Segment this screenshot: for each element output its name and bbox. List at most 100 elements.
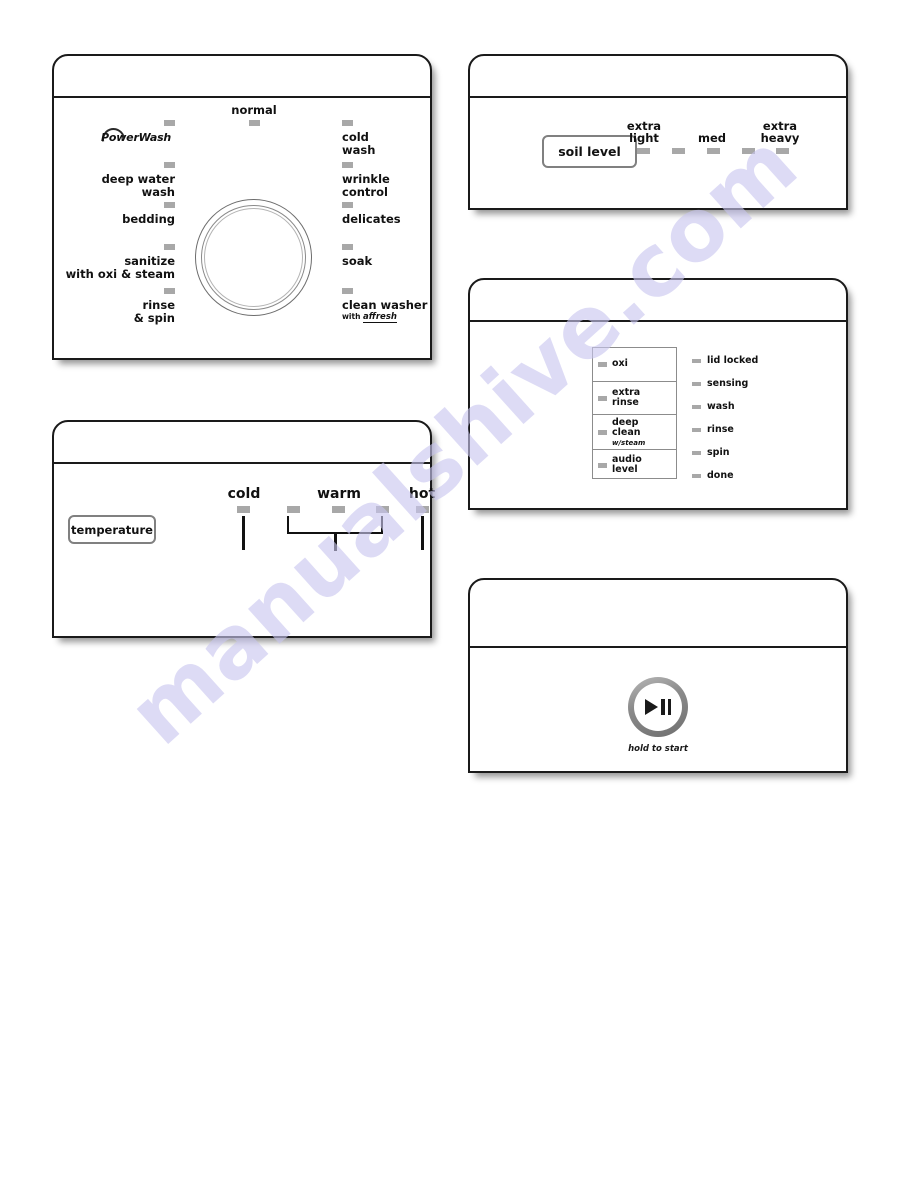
affresh-brand: affresh xyxy=(363,311,397,323)
status-item-spin: spin xyxy=(692,441,758,464)
cycle-led-rinse-and-spin xyxy=(164,288,175,294)
status-led-lid-locked xyxy=(692,358,701,363)
temperature-tick-warm xyxy=(334,533,337,551)
options-status-panel: oxi extra rinse deep clean w/steam audio… xyxy=(468,278,848,510)
cycle-led-clean-washer xyxy=(342,288,353,294)
cycle-label-line1: deep water xyxy=(101,172,175,186)
option-led-deep-clean xyxy=(598,429,607,435)
soil-label-line2: light xyxy=(629,131,659,145)
cycle-label-normal: normal xyxy=(231,103,277,117)
cycle-label-cold-wash: cold wash xyxy=(342,131,375,156)
option-label-audio-level: audio level xyxy=(612,453,642,475)
start-pause-button[interactable] xyxy=(628,677,688,737)
cycle-label-line2: control xyxy=(342,184,388,199)
status-label-rinse: rinse xyxy=(707,424,734,435)
status-led-rinse xyxy=(692,427,701,432)
status-label-sensing: sensing xyxy=(707,378,749,389)
temperature-tick-hot xyxy=(421,516,424,550)
cycle-label-line2: wash xyxy=(342,142,376,157)
cycle-led-wrinkle-control xyxy=(342,162,353,168)
soil-label-line2: med xyxy=(697,131,726,145)
cycle-label-line2: wash xyxy=(141,184,175,199)
option-led-oxi xyxy=(598,362,607,367)
cycle-panel-header xyxy=(54,56,430,98)
temperature-panel-body: temperature cold warm hot xyxy=(54,464,435,636)
affresh-prefix: with xyxy=(342,311,364,321)
option-label-oxi: oxi xyxy=(612,358,628,370)
option-led-audio-level xyxy=(598,462,607,468)
cycle-label-powerwash: PowerWash xyxy=(97,123,171,156)
soil-level-panel: soil level extra light med extra heavy xyxy=(468,54,848,210)
cycle-label-line1: wrinkle xyxy=(342,172,390,186)
status-led-sensing xyxy=(692,381,701,386)
status-label-lid-locked: lid locked xyxy=(707,355,759,366)
cycle-label-line1: delicates xyxy=(342,212,401,226)
cycle-label-line1: soak xyxy=(342,254,373,268)
options-panel-header xyxy=(470,280,846,322)
cycle-led-deep-water-wash xyxy=(164,162,175,168)
status-label-spin: spin xyxy=(707,447,730,458)
soil-label-extra-light: extra light xyxy=(620,120,668,144)
cycle-status-list: lid locked sensing wash rinse spin done xyxy=(692,349,758,487)
cycle-label-line1: clean washer xyxy=(342,298,428,312)
play-pause-icon xyxy=(645,699,671,715)
cycle-label-bedding: bedding xyxy=(54,213,175,226)
soil-label-med: med xyxy=(692,132,732,144)
cycle-label-sanitize: sanitize with oxi & steam xyxy=(54,255,175,280)
temperature-button[interactable]: temperature xyxy=(68,515,156,544)
cycle-led-delicates xyxy=(342,202,353,208)
start-panel-header xyxy=(470,580,846,648)
soil-led-4 xyxy=(742,148,755,154)
cycle-label-deep-water-wash: deep water wash xyxy=(54,173,175,198)
option-audio-level[interactable]: audio level xyxy=(593,449,676,480)
temperature-bracket-warm xyxy=(287,516,383,534)
play-triangle-icon xyxy=(645,699,658,715)
cycle-label-line1: bedding xyxy=(122,212,175,226)
option-deep-clean[interactable]: deep clean w/steam xyxy=(593,414,676,449)
cycle-led-normal xyxy=(249,120,260,126)
soil-panel-header xyxy=(470,56,846,98)
clean-washer-affresh-line: with affresh xyxy=(342,311,427,323)
status-led-spin xyxy=(692,450,701,455)
soil-led-5 xyxy=(776,148,789,154)
option-label-extra-rinse: extra rinse xyxy=(612,386,641,408)
soil-led-3 xyxy=(707,148,720,154)
cycle-led-sanitize xyxy=(164,244,175,250)
status-item-sensing: sensing xyxy=(692,372,758,395)
cycle-label-soak: soak xyxy=(342,255,372,268)
cycle-selector-dial[interactable] xyxy=(195,199,312,316)
option-extra-rinse[interactable]: extra rinse xyxy=(593,381,676,414)
cycle-label-delicates: delicates xyxy=(342,213,401,226)
status-label-done: done xyxy=(707,470,734,481)
hold-to-start-caption: hold to start xyxy=(628,744,688,754)
start-button-area: hold to start xyxy=(470,677,846,754)
cycle-label-wrinkle-control: wrinkle control xyxy=(342,173,390,198)
soil-label-extra-heavy: extra heavy xyxy=(755,120,805,144)
cycle-led-cold-wash xyxy=(342,120,353,126)
temperature-led-cold xyxy=(237,506,250,513)
cycle-led-powerwash xyxy=(164,120,175,126)
temperature-panel: temperature cold warm hot xyxy=(52,420,435,638)
soil-panel-body: soil level extra light med extra heavy xyxy=(470,98,846,208)
cycle-label-line1: sanitize xyxy=(124,254,175,268)
cycle-label-clean-washer: clean washer with affresh xyxy=(342,298,428,323)
options-panel-body: oxi extra rinse deep clean w/steam audio… xyxy=(470,322,846,508)
status-item-rinse: rinse xyxy=(692,418,758,441)
status-led-done xyxy=(692,473,701,478)
temperature-led-warm-1 xyxy=(287,506,300,513)
temperature-led-warm-2 xyxy=(332,506,345,513)
cycle-led-bedding xyxy=(164,202,175,208)
cycle-label-rinse-and-spin: rinse & spin xyxy=(54,299,175,324)
temperature-led-warm-3 xyxy=(376,506,389,513)
option-led-extra-rinse xyxy=(598,395,607,401)
status-label-wash: wash xyxy=(707,401,735,412)
soil-led-2 xyxy=(672,148,685,154)
soil-led-1 xyxy=(637,148,650,154)
option-oxi[interactable]: oxi xyxy=(593,348,676,381)
temperature-label-warm: warm xyxy=(317,486,361,502)
pause-bar-left-icon xyxy=(661,699,665,715)
start-panel: hold to start xyxy=(468,578,848,773)
status-led-wash xyxy=(692,404,701,409)
cycle-label-line1: cold xyxy=(342,130,369,144)
status-item-wash: wash xyxy=(692,395,758,418)
